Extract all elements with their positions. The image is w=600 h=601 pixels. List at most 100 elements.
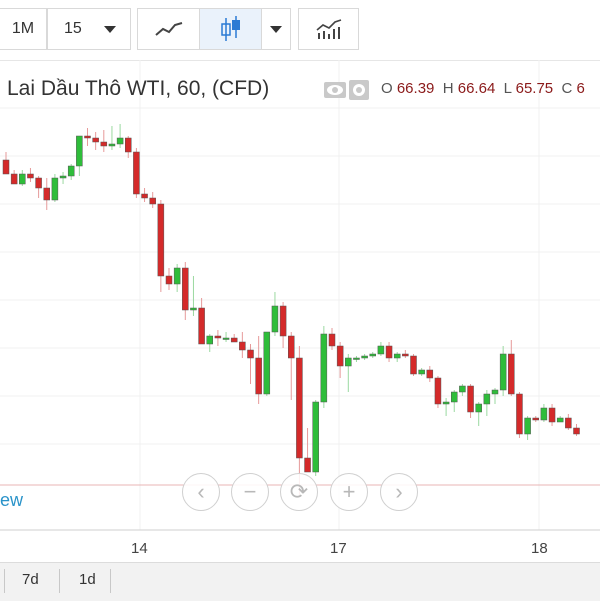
candle-body (491, 389, 499, 395)
candle-body (288, 335, 295, 359)
candle-body (451, 391, 458, 403)
candle-body (483, 393, 491, 405)
candle-body (190, 307, 197, 311)
candlestick-button[interactable] (199, 8, 262, 50)
chevron-right-icon: › (395, 479, 403, 504)
candle-body (67, 165, 75, 177)
candle-body (369, 353, 376, 357)
candle-body (92, 137, 99, 143)
range-1m-button[interactable]: 1M (0, 8, 47, 50)
candle-body (320, 333, 328, 403)
candle-body (108, 143, 116, 147)
interval-select[interactable]: 15 (47, 8, 131, 50)
chart-type-dropdown[interactable] (261, 8, 291, 50)
candle-body (35, 177, 42, 189)
candle-body (540, 407, 548, 421)
candle-body (149, 197, 156, 205)
candle-body (173, 267, 181, 285)
candle-body (271, 305, 279, 333)
candle-body (157, 203, 165, 277)
candle-body (573, 427, 580, 435)
candle-body (312, 401, 319, 473)
indicators-button[interactable] (298, 8, 359, 50)
candle-body (475, 403, 482, 413)
candlestick-icon (220, 16, 240, 41)
candle-body (133, 151, 140, 195)
candle-body (296, 357, 303, 459)
divider (110, 569, 111, 593)
zoom-out-button[interactable]: − (231, 473, 269, 511)
candle-body (255, 357, 262, 395)
indicators-icon (315, 19, 341, 39)
reset-zoom-button[interactable]: ⟳ (280, 473, 318, 511)
candle-body (198, 307, 205, 345)
line-chart-button[interactable] (137, 8, 200, 50)
candle-body (214, 335, 222, 339)
candle-body (239, 341, 246, 351)
candle-body (377, 345, 385, 355)
new-link[interactable]: ew (0, 490, 23, 511)
candle-body (27, 173, 34, 179)
symbol-title: Lai Dầu Thô WTI, 60, (CFD) (7, 77, 270, 100)
close-value: 6 (576, 80, 585, 97)
candle-body (532, 417, 539, 421)
low-value: 65.75 (515, 80, 554, 97)
candle-body (434, 377, 442, 405)
candle-body (19, 173, 26, 185)
candle-body (2, 159, 10, 175)
candle-body (418, 369, 425, 375)
candle-body (565, 417, 572, 429)
reset-icon: ⟳ (289, 479, 309, 504)
candle-body (361, 355, 368, 359)
x-tick-label: 17 (330, 540, 347, 557)
candle-body (556, 417, 564, 423)
chevron-down-icon (104, 25, 116, 33)
zoom-in-button[interactable]: + (330, 473, 368, 511)
open-label: O (381, 80, 393, 97)
candle-body (393, 353, 401, 359)
scroll-back-button[interactable]: ‹ (182, 473, 220, 511)
divider (59, 569, 60, 593)
candle-body (100, 141, 108, 147)
candle-body (279, 305, 287, 337)
candle-body (353, 357, 360, 360)
range-7d-button[interactable]: 7d (22, 571, 39, 588)
candle-body (402, 353, 409, 357)
minus-icon: − (243, 479, 257, 504)
ohlc-values: O 66.39 H 66.64 L 65.75 C 6 (381, 80, 585, 97)
candle-body (328, 333, 336, 347)
open-value: 66.39 (396, 80, 435, 97)
chart-toolbar: 1M 15 (0, 0, 600, 61)
high-label: H (442, 80, 454, 97)
x-tick-label: 14 (131, 540, 148, 557)
candle-body (84, 135, 91, 139)
candle-body (304, 457, 311, 473)
x-tick-label: 18 (531, 540, 548, 557)
chevron-down-icon (270, 25, 282, 33)
candles-group (2, 124, 580, 496)
candle-body (426, 369, 434, 379)
candle-body (548, 407, 556, 423)
candle-body (182, 267, 189, 311)
chevron-left-icon: ‹ (197, 479, 205, 504)
chart-legend: Lai Dầu Thô WTI, 60, (CFD) (7, 77, 269, 101)
candle-body (516, 393, 523, 435)
candle-body (125, 137, 132, 153)
scroll-forward-button[interactable]: › (380, 473, 418, 511)
candle-body (263, 331, 271, 395)
candle-body (385, 345, 393, 359)
candle-body (222, 337, 230, 340)
divider (4, 569, 5, 593)
candle-body (459, 385, 466, 393)
high-value: 66.64 (457, 80, 496, 97)
low-label: L (503, 80, 512, 97)
interval-label: 15 (64, 20, 82, 37)
eye-icon[interactable] (324, 82, 346, 98)
line-chart-icon (154, 22, 182, 36)
candle-body (10, 173, 18, 185)
gear-icon[interactable] (349, 80, 369, 100)
range-1d-button[interactable]: 1d (79, 571, 96, 588)
candle-body (524, 417, 531, 435)
candle-body (410, 355, 417, 375)
chart-grid (0, 60, 600, 530)
